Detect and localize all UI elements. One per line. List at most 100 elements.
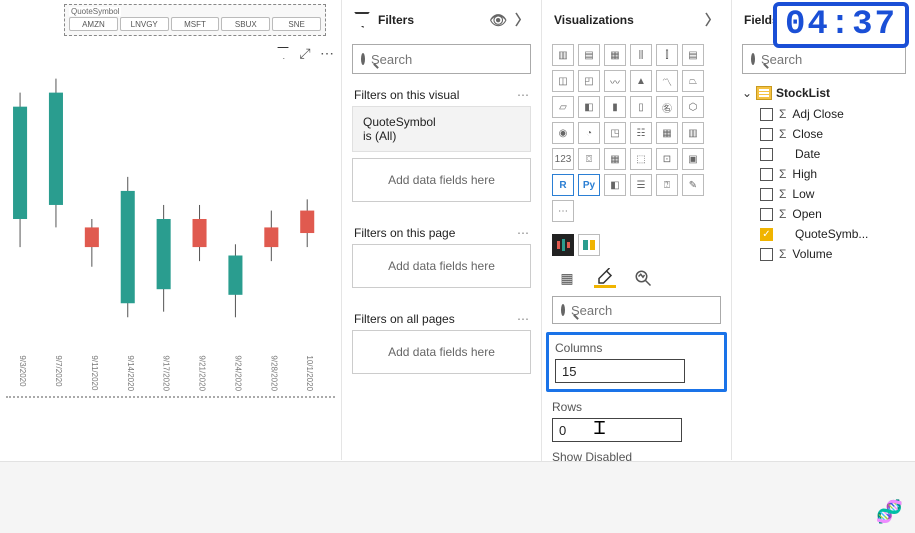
viz-type-icon[interactable]: ◧ — [578, 96, 600, 118]
viz-type-icon[interactable]: 123 — [552, 148, 574, 170]
field-checkbox[interactable] — [760, 128, 773, 141]
viz-type-icon[interactable]: ▲ — [630, 70, 652, 92]
format-search-input[interactable] — [571, 303, 747, 318]
report-canvas[interactable]: QuoteSymbol AMZNLNVGYMSFTSBUXSNE ⤢ ⋯ 9/3… — [0, 0, 341, 460]
svg-text:10/1/2020: 10/1/2020 — [305, 355, 314, 391]
field-checkbox[interactable] — [760, 168, 773, 181]
field-row[interactable]: Σ Adj Close — [732, 104, 915, 124]
format-search[interactable] — [552, 296, 721, 324]
viz-type-icon[interactable]: ▤ — [682, 44, 704, 66]
slicer-field-label: QuoteSymbol — [69, 7, 121, 16]
viz-type-icon[interactable]: ▥ — [552, 44, 574, 66]
field-row[interactable]: ΣLow — [732, 184, 915, 204]
format-tab-icon[interactable] — [594, 270, 616, 288]
filters-section-visual-title: Filters on this visual — [354, 88, 459, 102]
viz-type-icon[interactable]: ◰ — [578, 70, 600, 92]
viz-type-icon[interactable]: ▤ — [578, 44, 600, 66]
viz-type-icon[interactable]: ⍰ — [656, 174, 678, 196]
field-row[interactable]: ΣClose — [732, 124, 915, 144]
field-checkbox[interactable] — [760, 148, 773, 161]
field-name: Volume — [792, 247, 832, 261]
columns-input[interactable] — [555, 359, 685, 383]
section-menu-icon[interactable]: ⋯ — [517, 226, 529, 240]
viz-type-icon[interactable]: ✎ — [682, 174, 704, 196]
canvas-divider — [6, 396, 335, 398]
toggle-visibility-icon[interactable]: 👁 — [489, 12, 507, 29]
svg-text:9/7/2020: 9/7/2020 — [54, 355, 63, 387]
field-name: Adj Close — [792, 107, 843, 121]
field-name: Close — [792, 127, 823, 141]
slicer-item-amzn[interactable]: AMZN — [69, 17, 118, 31]
viz-type-icon[interactable]: ◔ — [578, 122, 600, 144]
all-filter-dropwell[interactable]: Add data fields here — [352, 330, 531, 374]
slicer-item-sne[interactable]: SNE — [272, 17, 321, 31]
filters-search[interactable] — [352, 44, 531, 74]
viz-type-icon[interactable]: ▯ — [630, 96, 652, 118]
fields-pane: Fields ⌄ StockList ΣAdj CloseΣCloseDateΣ… — [731, 0, 915, 460]
field-name: High — [792, 167, 817, 181]
collapse-pane-icon[interactable]: 〉 — [705, 10, 719, 30]
fields-search[interactable] — [742, 44, 906, 74]
viz-type-icon[interactable]: ㊔ — [656, 96, 678, 118]
field-row[interactable]: ΣVolume — [732, 244, 915, 264]
slicer-item-msft[interactable]: MSFT — [171, 17, 220, 31]
field-row[interactable]: ΣOpen — [732, 204, 915, 224]
slicer-item-sbux[interactable]: SBUX — [221, 17, 270, 31]
filter-card-quotesymbol[interactable]: QuoteSymbol is (All) — [352, 106, 531, 152]
field-checkbox[interactable] — [760, 208, 773, 221]
svg-text:9/3/2020: 9/3/2020 — [18, 355, 27, 387]
field-checkbox[interactable] — [760, 188, 773, 201]
field-checkbox[interactable] — [760, 108, 773, 121]
candlestick-chart[interactable]: 9/3/20209/7/20209/11/20209/14/20209/17/2… — [0, 45, 341, 395]
section-menu-icon[interactable]: ⋯ — [517, 88, 529, 102]
viz-type-icon[interactable]: ⌼ — [578, 148, 600, 170]
viz-type-icon[interactable]: ⊡ — [656, 148, 678, 170]
field-row[interactable]: ✓ QuoteSymb... — [732, 224, 915, 244]
viz-type-icon[interactable]: ▥ — [682, 122, 704, 144]
viz-type-icon[interactable]: ⏢ — [682, 70, 704, 92]
field-checkbox[interactable]: ✓ — [760, 228, 773, 241]
viz-type-icon[interactable]: R — [552, 174, 574, 196]
viz-type-icon[interactable]: ⫼ — [630, 44, 652, 66]
viz-type-icon[interactable]: ◳ — [604, 122, 626, 144]
viz-type-icon[interactable]: ◫ — [552, 70, 574, 92]
slicer-visual[interactable]: QuoteSymbol AMZNLNVGYMSFTSBUXSNE — [64, 4, 326, 36]
viz-type-icon[interactable]: Py — [578, 174, 600, 196]
viz-type-icon[interactable]: ☷ — [630, 122, 652, 144]
field-row[interactable]: Date — [732, 144, 915, 164]
table-stocklist[interactable]: ⌄ StockList — [732, 82, 915, 104]
viz-type-icon[interactable]: 〽 — [656, 70, 678, 92]
filters-search-input[interactable] — [371, 52, 547, 67]
fields-search-input[interactable] — [761, 52, 915, 67]
page-filter-dropwell[interactable]: Add data fields here — [352, 244, 531, 288]
viz-type-icon[interactable]: ⫿ — [656, 44, 678, 66]
viz-type-icon[interactable]: ⬚ — [630, 148, 652, 170]
viz-type-icon[interactable]: ▦ — [656, 122, 678, 144]
collapse-toggle-icon[interactable]: ⌄ — [742, 86, 752, 100]
field-name: QuoteSymb... — [795, 227, 868, 241]
rows-input[interactable] — [552, 418, 682, 442]
sigma-icon: Σ — [779, 107, 786, 121]
custom-visual-icon[interactable] — [578, 234, 600, 256]
field-checkbox[interactable] — [760, 248, 773, 261]
candlestick-visual-icon[interactable] — [552, 234, 574, 256]
viz-type-icon[interactable]: ⋯ — [552, 200, 574, 222]
viz-type-icon[interactable]: ▣ — [682, 148, 704, 170]
collapse-pane-icon[interactable]: 〉 — [515, 10, 529, 30]
visual-filter-dropwell[interactable]: Add data fields here — [352, 158, 531, 202]
viz-type-icon[interactable]: ▦ — [604, 44, 626, 66]
viz-type-icon[interactable]: ⬡ — [682, 96, 704, 118]
field-row[interactable]: ΣHigh — [732, 164, 915, 184]
viz-type-icon[interactable]: ☰ — [630, 174, 652, 196]
viz-type-icon[interactable]: ▱ — [552, 96, 574, 118]
slicer-item-lnvgy[interactable]: LNVGY — [120, 17, 169, 31]
viz-type-icon[interactable]: ◉ — [552, 122, 574, 144]
fields-tab-icon[interactable]: ▦ — [556, 270, 578, 288]
field-name: Open — [792, 207, 821, 221]
viz-type-icon[interactable]: ▦ — [604, 148, 626, 170]
viz-type-icon[interactable]: ▮ — [604, 96, 626, 118]
analytics-tab-icon[interactable] — [632, 270, 654, 288]
viz-type-icon[interactable]: ◧ — [604, 174, 626, 196]
viz-type-icon[interactable]: 〰 — [604, 70, 626, 92]
section-menu-icon[interactable]: ⋯ — [517, 312, 529, 326]
